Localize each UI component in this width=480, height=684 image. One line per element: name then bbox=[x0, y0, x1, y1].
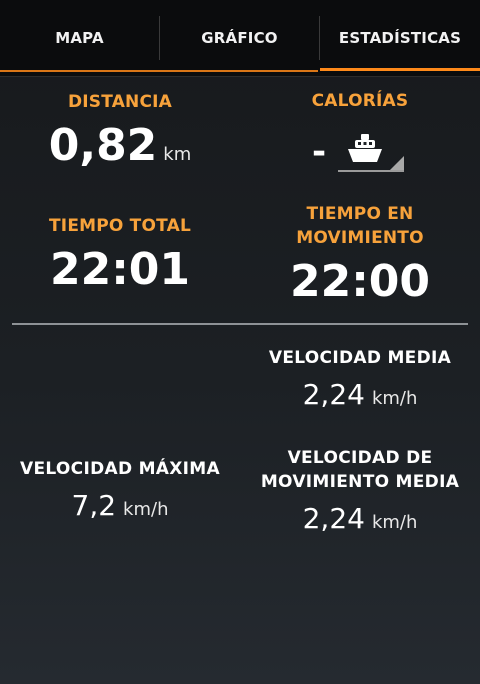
avg-moving-speed-value-row: 2,24 km/h bbox=[240, 502, 480, 540]
avg-moving-speed-label-line2: MOVIMIENTO MEDIA bbox=[260, 472, 460, 492]
divider bbox=[12, 323, 468, 325]
max-speed-label: VELOCIDAD MÁXIMA bbox=[20, 459, 220, 479]
tab-mapa[interactable]: MAPA bbox=[0, 0, 159, 76]
tab-grafico[interactable]: GRÁFICO bbox=[160, 0, 319, 76]
tab-underline bbox=[0, 70, 318, 72]
spinner-dropdown-corner bbox=[390, 156, 404, 170]
avg-speed-label: VELOCIDAD MEDIA bbox=[268, 348, 452, 368]
tab-estadisticas-label: ESTADÍSTICAS bbox=[338, 29, 462, 47]
distance-value: 0,82 bbox=[48, 120, 158, 171]
tab-mapa-label: MAPA bbox=[55, 29, 104, 47]
activity-type-spinner[interactable] bbox=[338, 128, 404, 172]
boat-icon bbox=[348, 134, 382, 162]
max-speed-unit: km/h bbox=[123, 499, 169, 520]
max-speed-value-row: 7,2 km/h bbox=[0, 489, 240, 527]
total-time-value: 22:01 bbox=[49, 244, 191, 295]
avg-moving-speed-label-line1: VELOCIDAD DE bbox=[287, 448, 433, 468]
tab-bar: MAPA GRÁFICO ESTADÍSTICAS bbox=[0, 0, 480, 77]
tab-grafico-label: GRÁFICO bbox=[201, 29, 278, 47]
avg-speed-value-row: 2,24 km/h bbox=[240, 378, 480, 416]
distance-unit: km bbox=[163, 144, 192, 165]
avg-moving-speed-unit: km/h bbox=[371, 512, 418, 533]
moving-time-value: 22:00 bbox=[289, 256, 431, 307]
max-speed-value: 7,2 bbox=[71, 489, 117, 522]
total-time-label: TIEMPO TOTAL bbox=[49, 216, 191, 236]
spinner-underline bbox=[338, 170, 404, 172]
active-tab-indicator bbox=[320, 68, 480, 71]
moving-time-label-line2: MOVIMIENTO bbox=[296, 228, 424, 248]
avg-speed-value: 2,24 bbox=[302, 378, 365, 411]
avg-speed-unit: km/h bbox=[371, 388, 418, 409]
distance-label: DISTANCIA bbox=[67, 92, 173, 112]
avg-moving-speed-value: 2,24 bbox=[302, 502, 365, 535]
calories-value: - bbox=[312, 132, 327, 172]
tab-estadisticas[interactable]: ESTADÍSTICAS bbox=[320, 0, 480, 76]
calories-label: CALORÍAS bbox=[311, 91, 409, 111]
distance-value-row: 0,82 km bbox=[20, 120, 220, 181]
moving-time-label-line1: TIEMPO EN bbox=[306, 204, 414, 224]
